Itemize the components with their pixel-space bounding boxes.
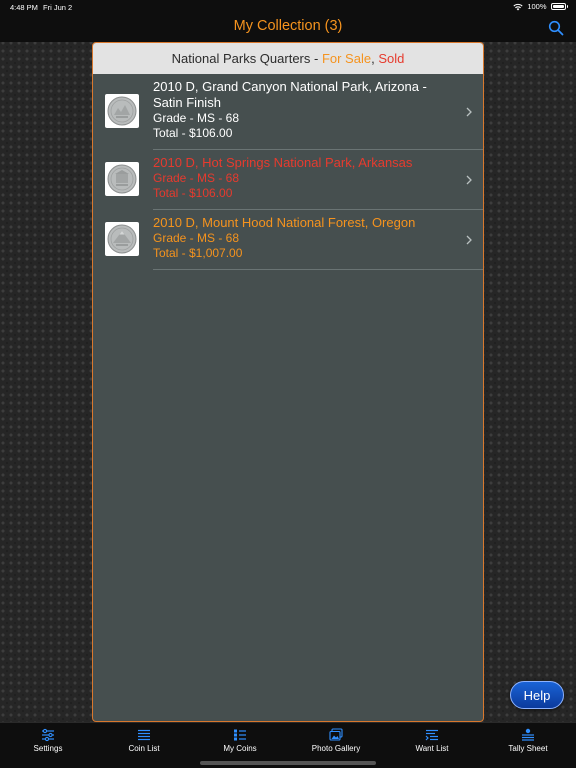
sliders-icon [42, 728, 54, 742]
coin-grade: Grade - MS - 68 [153, 231, 240, 245]
chevron-right-icon [466, 235, 472, 245]
coin-image [105, 162, 139, 196]
photos-icon [329, 728, 343, 741]
coin-total: Total - $1,007.00 [153, 246, 243, 260]
status-time: 4:48 PM [10, 3, 38, 12]
want-list-icon [425, 729, 438, 741]
coin-title: 2010 D, Mount Hood National Forest, Oreg… [153, 215, 416, 230]
wifi-icon [513, 3, 523, 10]
chevron-right-icon [466, 175, 472, 185]
status-bar: 4:48 PM Fri Jun 2 100% [0, 0, 576, 14]
tab-settings[interactable]: Settings [0, 723, 96, 768]
coin-image [105, 94, 139, 128]
status-indicators: 100% [513, 2, 568, 11]
home-indicator [200, 761, 376, 765]
tab-label: Coin List [128, 744, 160, 753]
collection-panel: National Parks Quarters - For Sale, Sold… [92, 42, 484, 722]
list-icon [138, 729, 150, 741]
panel-header: National Parks Quarters - For Sale, Sold [93, 43, 483, 74]
tally-icon [522, 728, 534, 741]
chevron-right-icon [466, 107, 472, 117]
coin-title: 2010 D, Grand Canyon National Park, Ariz… [153, 79, 427, 110]
help-button[interactable]: Help [510, 681, 564, 709]
navigation-bar: 4:48 PM Fri Jun 2 100% My Collection (3) [0, 0, 576, 42]
coin-row-hot-springs[interactable]: 2010 D, Hot Springs National Park, Arkan… [93, 150, 483, 210]
search-icon[interactable] [548, 20, 564, 36]
header-series-name: National Parks Quarters - [171, 51, 322, 66]
tab-label: Photo Gallery [311, 744, 361, 753]
header-comma: , [371, 51, 379, 66]
tab-want-list[interactable]: Want List [384, 723, 480, 768]
battery-percent: 100% [527, 2, 547, 11]
coin-grade: Grade - MS - 68 [153, 171, 240, 185]
coin-total: Total - $106.00 [153, 126, 233, 140]
coin-row-grand-canyon[interactable]: 2010 D, Grand Canyon National Park, Ariz… [93, 74, 483, 150]
coin-details: 2010 D, Mount Hood National Forest, Oreg… [153, 215, 453, 261]
coin-image [105, 222, 139, 256]
checklist-icon [234, 729, 246, 741]
coin-title: 2010 D, Hot Springs National Park, Arkan… [153, 155, 413, 170]
tab-label: Settings [33, 744, 63, 753]
tab-label: Tally Sheet [508, 744, 548, 753]
tab-label: Want List [415, 744, 449, 753]
battery-tip [566, 5, 568, 8]
coin-row-mount-hood[interactable]: 2010 D, Mount Hood National Forest, Oreg… [93, 210, 483, 270]
header-for-sale-label: For Sale [321, 51, 372, 66]
coin-grade: Grade - MS - 68 [153, 111, 240, 125]
battery-icon [550, 3, 566, 10]
page-title: My Collection (3) [233, 18, 343, 34]
status-date: Fri Jun 2 [43, 3, 73, 12]
coin-total: Total - $106.00 [153, 186, 233, 200]
tab-coin-list[interactable]: Coin List [96, 723, 192, 768]
coin-details: 2010 D, Hot Springs National Park, Arkan… [153, 155, 453, 201]
coin-details: 2010 D, Grand Canyon National Park, Ariz… [153, 79, 453, 141]
header-sold-label: Sold [378, 51, 405, 66]
tab-tally-sheet[interactable]: Tally Sheet [480, 723, 576, 768]
row-separator [153, 269, 483, 270]
tab-label: My Coins [223, 744, 257, 753]
